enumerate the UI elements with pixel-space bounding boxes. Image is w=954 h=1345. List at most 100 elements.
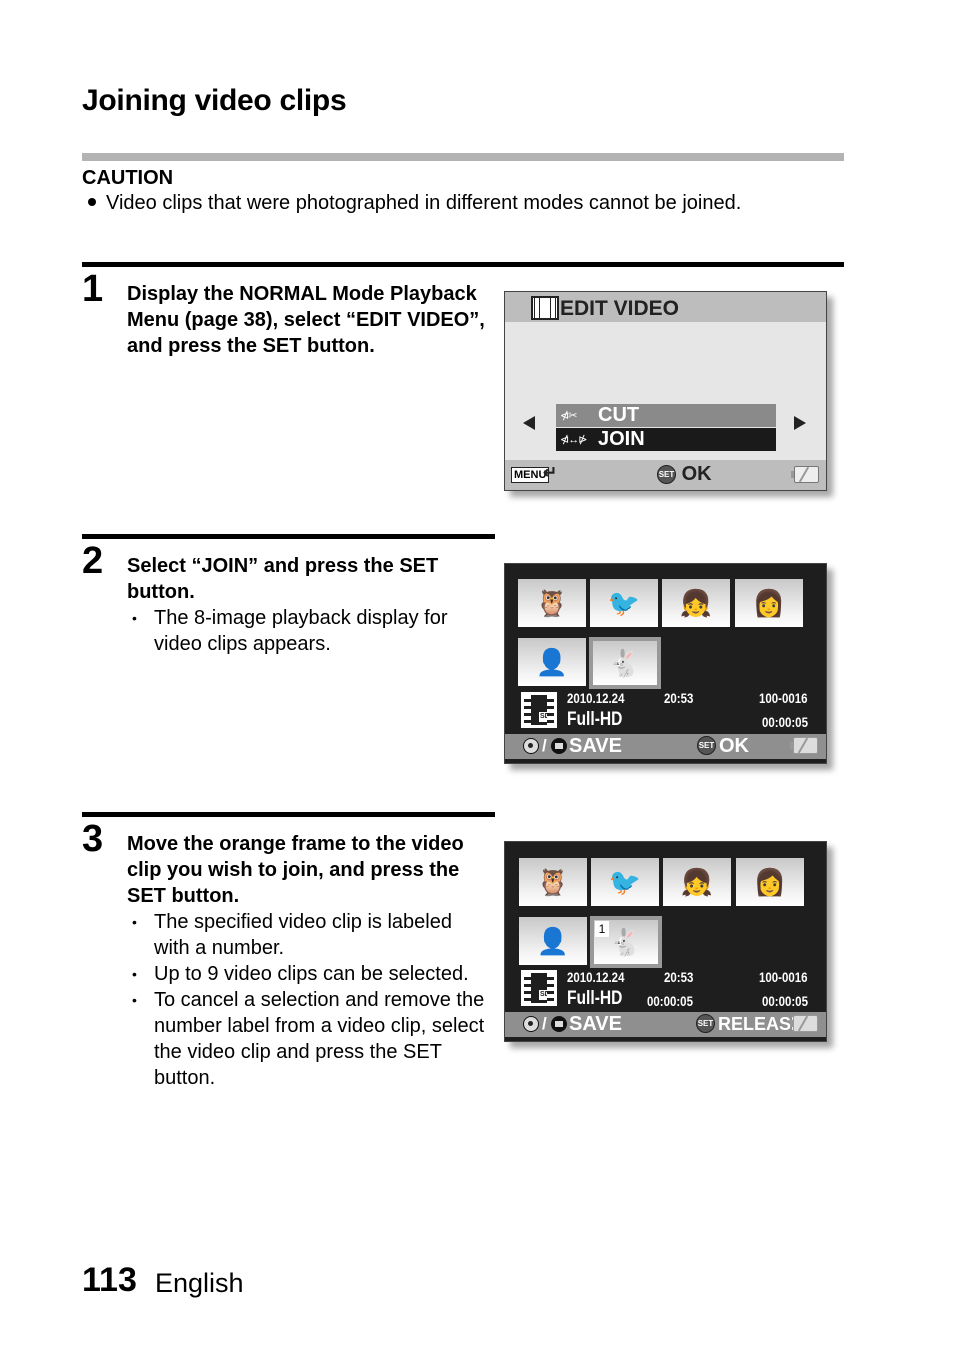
clip-duration: 00:00:05 — [762, 993, 808, 1009]
step-2-bullets: The 8-image playback display for video c… — [127, 605, 487, 657]
caution-divider — [82, 153, 844, 161]
thumbnail-woman-ponytail[interactable]: 👤 — [518, 638, 586, 686]
save-action[interactable]: SAVE — [569, 1013, 622, 1036]
step-1-body: Display the NORMAL Mode Playback Menu (p… — [127, 281, 487, 359]
thumbnail-seagulls[interactable]: 🐦 — [591, 858, 659, 906]
seagulls-image: 🐦 — [607, 587, 641, 618]
menu-item-join[interactable]: ⋪↔⋫ JOIN — [556, 428, 776, 451]
file-number: 100-0016 — [759, 969, 808, 985]
woman-ponytail-image: 👤 — [535, 646, 569, 677]
step-2-number: 2 — [82, 540, 104, 582]
arrow-right-icon[interactable] — [794, 416, 806, 430]
girl-with-dog-image: 👧 — [679, 587, 713, 618]
file-number: 100-0016 — [759, 690, 808, 706]
owl-image: 🦉 — [535, 587, 569, 618]
screen-header: EDIT VIDEO — [505, 292, 826, 322]
joined-elapsed-time: 00:00:05 — [647, 993, 693, 1009]
step-1-heading: Display the NORMAL Mode Playback Menu (p… — [127, 283, 485, 357]
thumbnail-owl[interactable]: 🦉 — [518, 579, 586, 627]
thumbnail-seagulls[interactable]: 🐦 — [590, 579, 658, 627]
caution-item: Video clips that were photographed in di… — [88, 192, 741, 215]
video-button-icon — [551, 1016, 567, 1032]
selection-number-label: 1 — [595, 921, 609, 937]
video-button-icon — [551, 738, 567, 754]
page-title: Joining video clips — [82, 84, 347, 117]
step-3-number: 3 — [82, 818, 104, 860]
clip-duration: 00:00:05 — [762, 714, 808, 730]
bullet-item: The 8-image playback display for video c… — [127, 605, 487, 657]
girl-with-dog-image: 👧 — [680, 866, 714, 897]
screen-footer: MENU ↵ SET OK — [505, 460, 826, 490]
step-1-number: 1 — [82, 268, 104, 310]
thumbnail-woman-portrait[interactable]: 👩 — [736, 858, 804, 906]
clip-time: 20:53 — [664, 969, 694, 985]
clip-date: 2010.12.24 — [567, 969, 625, 985]
save-action[interactable]: SAVE — [569, 735, 622, 758]
step-3-heading: Move the orange frame to the video clip … — [127, 833, 464, 907]
ok-action[interactable]: OK — [719, 735, 749, 758]
video-sd-icon: SD — [521, 970, 557, 1006]
page-language: English — [155, 1268, 244, 1298]
bullet-item: To cancel a selection and remove the num… — [127, 987, 487, 1091]
thumbnail-woman-portrait[interactable]: 👩 — [735, 579, 803, 627]
video-quality: Full-HD — [567, 709, 623, 730]
screen-bottom-bar: / SAVE SET OK — [505, 734, 826, 759]
sd-card-icon: SD — [539, 712, 551, 722]
arrow-left-icon[interactable] — [523, 416, 535, 430]
caution-title: CAUTION — [82, 167, 174, 189]
seagulls-image: 🐦 — [608, 866, 642, 897]
owl-image: 🦉 — [536, 866, 570, 897]
join-select-screen: 🦉 🐦 👧 👩 👤 🐇 SD 2010.12.24 20:53 100-0016… — [504, 563, 827, 764]
set-button-icon: SET — [657, 465, 676, 485]
page-number: 113 — [82, 1261, 137, 1299]
camera-button-icon — [523, 1016, 539, 1032]
film-edit-icon — [531, 296, 559, 320]
step-3-body: Move the orange frame to the video clip … — [127, 831, 487, 1091]
join-selected-screen: 🦉 🐦 👧 👩 👤 🐇 1 SD 2010.12.24 20:53 100-00… — [504, 841, 827, 1042]
screen-bottom-bar: / SAVE SET RELEASE — [505, 1012, 826, 1037]
bullet-item: Up to 9 video clips can be selected. — [127, 961, 487, 987]
return-icon: ↵ — [543, 463, 558, 482]
clip-time: 20:53 — [664, 690, 694, 706]
screen-title: EDIT VIDEO — [560, 297, 680, 320]
thumbnail-rabbit-selected[interactable]: 🐇 1 — [590, 916, 662, 968]
woman-portrait-image: 👩 — [752, 587, 786, 618]
menu-item-label: JOIN — [598, 428, 645, 450]
video-quality: Full-HD — [567, 988, 623, 1009]
woman-portrait-image: 👩 — [753, 866, 787, 897]
bullet-item: The specified video clip is labeled with… — [127, 909, 487, 961]
battery-icon — [790, 1015, 818, 1032]
thumbnail-girl-with-dog[interactable]: 👧 — [663, 858, 731, 906]
ok-action[interactable]: SET OK — [657, 463, 712, 486]
set-button[interactable]: SET — [697, 736, 716, 755]
ok-label: OK — [681, 463, 712, 485]
thumbnail-rabbit-selected[interactable]: 🐇 — [589, 637, 661, 689]
rabbit-image: 🐇 — [608, 647, 642, 678]
camera-button-icon — [523, 738, 539, 754]
set-button[interactable]: SET — [696, 1014, 715, 1033]
clip-date: 2010.12.24 — [567, 690, 625, 706]
menu-item-label: CUT — [598, 404, 640, 426]
menu-item-cut[interactable]: ⋪✂ CUT — [556, 404, 776, 427]
thumbnail-girl-with-dog[interactable]: 👧 — [662, 579, 730, 627]
thumbnail-woman-ponytail[interactable]: 👤 — [519, 917, 587, 965]
video-sd-icon: SD — [521, 692, 557, 728]
separator-slash: / — [542, 1014, 547, 1033]
join-clip-icon: ⋪↔⋫ — [560, 434, 587, 446]
step-1-divider — [82, 262, 844, 267]
edit-video-screen: EDIT VIDEO ⋪✂ CUT ⋪↔⋫ JOIN MENU ↵ SET OK — [504, 291, 827, 491]
caution-text: Video clips that were photographed in di… — [106, 192, 742, 214]
woman-ponytail-image: 👤 — [536, 925, 570, 956]
sd-card-icon: SD — [539, 990, 551, 1000]
battery-icon — [790, 737, 818, 754]
step-2-body: Select “JOIN” and press the SET button. … — [127, 553, 487, 657]
step-2-heading: Select “JOIN” and press the SET button. — [127, 555, 439, 603]
bullet-icon — [88, 197, 96, 206]
thumbnail-owl[interactable]: 🦉 — [519, 858, 587, 906]
battery-icon — [791, 466, 819, 483]
separator-slash: / — [542, 736, 547, 755]
step-2-divider — [82, 534, 495, 539]
step-3-divider — [82, 812, 495, 817]
set-button-icon: SET — [696, 1014, 715, 1033]
cut-clip-icon: ⋪✂ — [560, 410, 577, 422]
